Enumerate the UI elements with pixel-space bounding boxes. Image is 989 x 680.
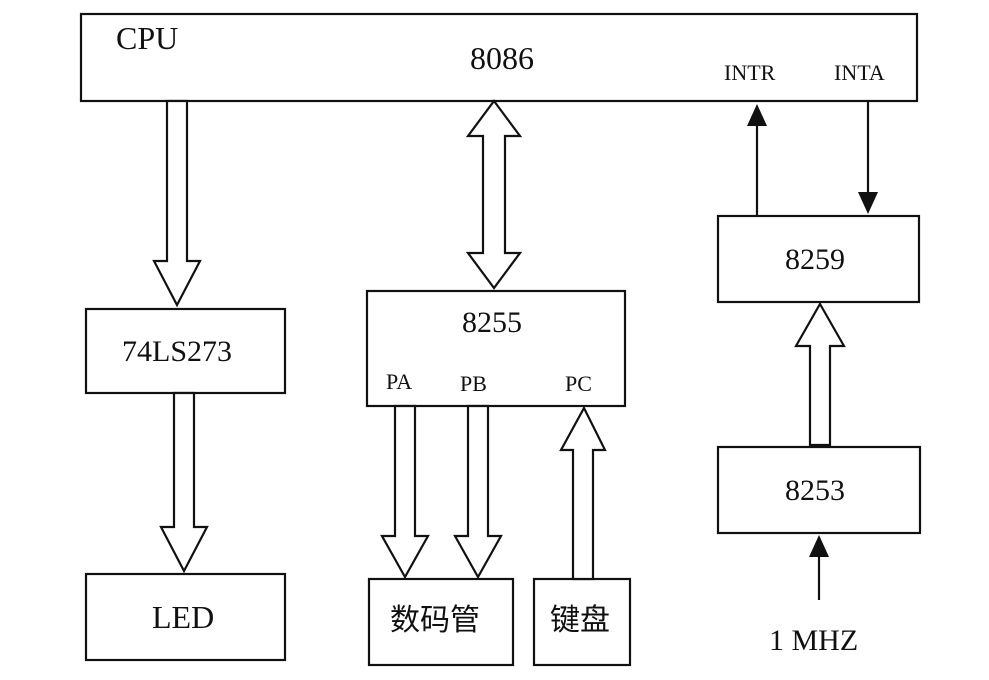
8255-label: 8255 <box>462 306 522 339</box>
pb-to-display-arrow <box>453 404 503 580</box>
pa-to-display-arrow <box>380 404 430 580</box>
pc-label: PC <box>565 371 592 396</box>
keyboard-to-pc-arrow <box>559 405 607 581</box>
8253-label: 8253 <box>785 474 845 507</box>
pa-label: PA <box>386 369 413 394</box>
cpu-label: CPU <box>116 20 179 56</box>
inta-label: INTA <box>834 60 885 85</box>
intr-arrowhead <box>747 104 767 126</box>
display-label: 数码管 <box>390 603 480 638</box>
cpu-to-latch-arrow <box>152 99 202 308</box>
inta-arrowhead <box>858 192 878 214</box>
latch-to-led-arrow <box>159 391 209 574</box>
74ls273-label: 74LS273 <box>122 335 233 368</box>
pb-label: PB <box>460 371 487 396</box>
clock-label: 1 MHZ <box>769 624 859 657</box>
8253-to-8259-arrow <box>794 301 846 447</box>
intr-label: INTR <box>724 60 776 85</box>
8086-label: 8086 <box>470 40 534 76</box>
8259-label: 8259 <box>785 243 845 276</box>
cpu-8255-bidirectional-arrow <box>465 99 523 290</box>
keyboard-label: 键盘 <box>550 603 610 638</box>
clock-arrowhead <box>809 535 829 557</box>
led-label: LED <box>152 599 215 635</box>
